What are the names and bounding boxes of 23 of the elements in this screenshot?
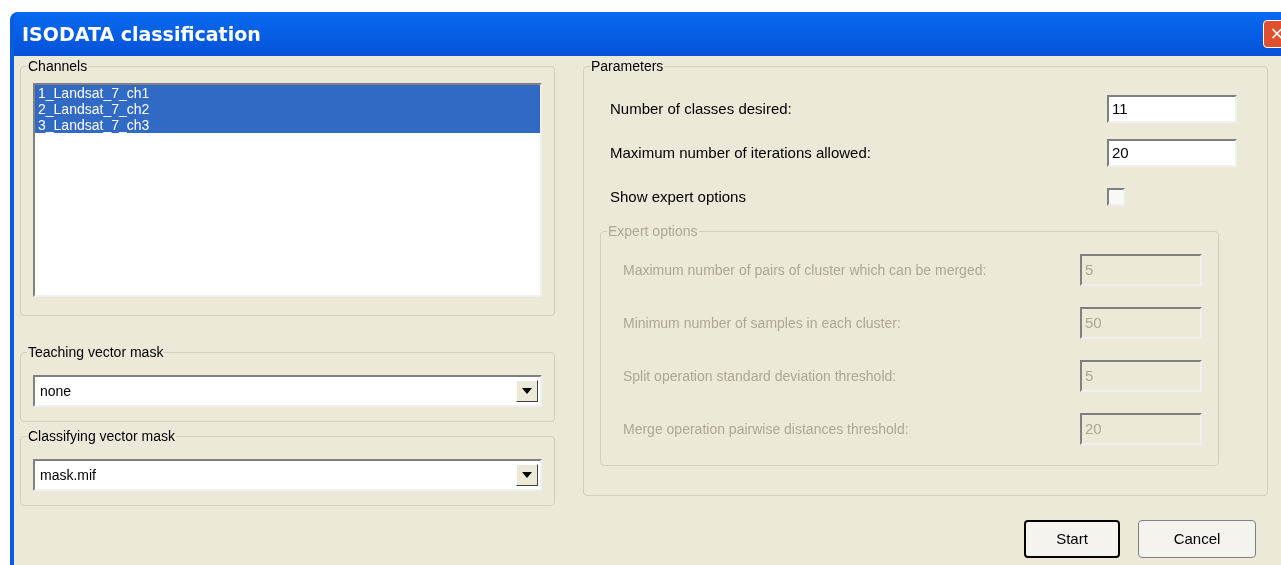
group-label: Classifying vector mask xyxy=(27,427,177,445)
group-label: Teaching vector mask xyxy=(27,343,165,361)
dialog-button[interactable]: Start xyxy=(1024,520,1120,558)
checkbox[interactable] xyxy=(1107,188,1125,206)
field-label: Maximum number of pairs of cluster which can be merged: xyxy=(623,260,987,280)
close-button[interactable]: × xyxy=(1263,20,1281,48)
field-label: Show expert options xyxy=(610,186,746,207)
channel-list[interactable]: 1_Landsat_7_ch1 2_Landsat_7_ch2 3_Landsat_7_ch3 xyxy=(33,83,542,297)
field-label: Split operation standard deviation threshold: xyxy=(623,366,897,386)
text-field[interactable]: 11 xyxy=(1107,95,1237,123)
field-label: Number of classes desired: xyxy=(610,98,792,119)
dropdown[interactable]: none xyxy=(33,375,542,407)
text-field[interactable]: 20 xyxy=(1107,139,1237,167)
dropdown[interactable]: mask.mif xyxy=(33,459,542,491)
field-label: Merge operation pairwise distances threshold: xyxy=(623,419,909,439)
field-label: Minimum number of samples in each cluster: xyxy=(623,313,901,333)
list-item[interactable]: 3_Landsat_7_ch3 xyxy=(35,117,540,133)
group-label: Expert options xyxy=(607,222,699,240)
list-item[interactable]: 2_Landsat_7_ch2 xyxy=(35,101,540,117)
dialog-button[interactable]: Cancel xyxy=(1138,520,1256,558)
list-item[interactable]: 1_Landsat_7_ch1 xyxy=(35,85,540,101)
field-label: Maximum number of iterations allowed: xyxy=(610,142,871,163)
window-title: ISODATA classification xyxy=(22,21,261,47)
